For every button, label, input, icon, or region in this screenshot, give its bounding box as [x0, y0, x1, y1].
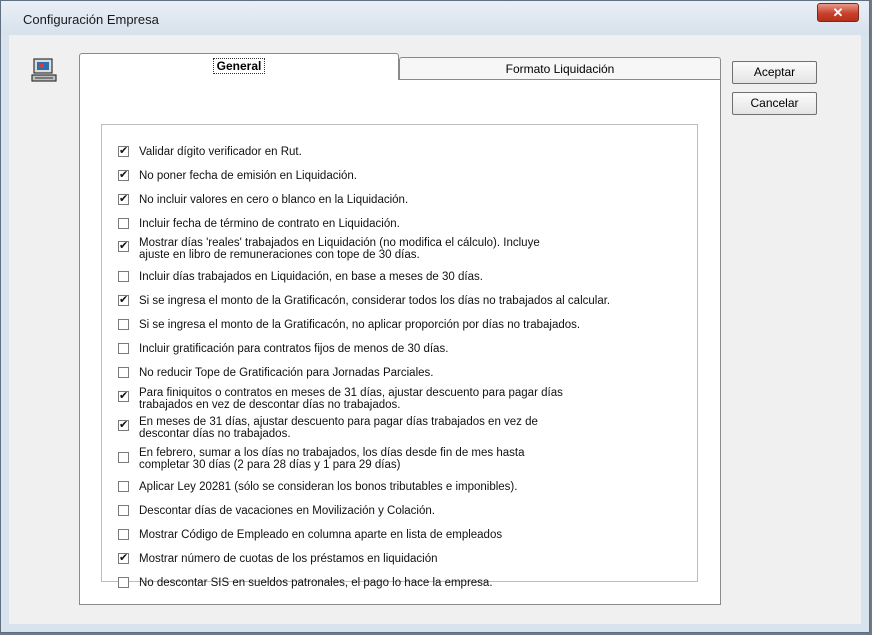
- checkbox[interactable]: ✔: [118, 241, 129, 252]
- option-label: Mostrar Código de Empleado en columna ap…: [139, 529, 503, 541]
- checkbox[interactable]: [118, 577, 129, 588]
- option-label: No poner fecha de emisión en Liquidación…: [139, 170, 358, 182]
- checkbox[interactable]: ✔: [118, 420, 129, 431]
- option-label: En meses de 31 días, ajustar descuento p…: [139, 416, 538, 428]
- checkbox[interactable]: [118, 271, 129, 282]
- option-label-line2: completar 30 días (2 para 28 días y 1 pa…: [139, 459, 401, 471]
- tab-formato-label: Formato Liquidación: [505, 62, 615, 76]
- checkbox[interactable]: ✔: [118, 295, 129, 306]
- option-label: Si se ingresa el monto de la Gratificacó…: [139, 319, 581, 331]
- checkbox[interactable]: [118, 452, 129, 463]
- option-label-line2: trabajados en vez de descontar días no t…: [139, 399, 401, 411]
- checkbox[interactable]: [118, 343, 129, 354]
- checkbox[interactable]: ✔: [118, 391, 129, 402]
- checkbox[interactable]: [118, 218, 129, 229]
- checkbox[interactable]: [118, 367, 129, 378]
- checkbox[interactable]: [118, 529, 129, 540]
- option-label: No reducir Tope de Gratificación para Jo…: [139, 367, 434, 379]
- option-label: No incluir valores en cero o blanco en l…: [139, 194, 409, 206]
- checkbox[interactable]: [118, 481, 129, 492]
- config-dialog: Configuración Empresa ✕ General Formato …: [0, 0, 870, 633]
- computer-icon: [31, 58, 57, 82]
- option-label: En febrero, sumar a los días no trabajad…: [139, 447, 525, 459]
- option-label: Incluir gratificación para contratos fij…: [139, 343, 449, 355]
- checkbox[interactable]: ✔: [118, 170, 129, 181]
- option-label: Validar dígito verificador en Rut.: [139, 146, 302, 158]
- option-label-line2: descontar días no trabajados.: [139, 428, 291, 440]
- close-button[interactable]: ✕: [817, 3, 859, 22]
- option-label: Mostrar días 'reales' trabajados en Liqu…: [139, 237, 540, 249]
- checkbox[interactable]: [118, 319, 129, 330]
- cancel-button[interactable]: Cancelar: [732, 92, 817, 115]
- tab-general[interactable]: General: [79, 53, 399, 80]
- accept-button[interactable]: Aceptar: [732, 61, 817, 84]
- option-label: Para finiquitos o contratos en meses de …: [139, 387, 563, 399]
- option-label-line2: ajuste en libro de remuneraciones con to…: [139, 249, 420, 261]
- window-title: Configuración Empresa: [23, 12, 159, 27]
- checkbox[interactable]: ✔: [118, 194, 129, 205]
- options-group: ✔ Validar dígito verificador en Rut. ✔ N…: [101, 124, 698, 589]
- checkbox[interactable]: [118, 505, 129, 516]
- tab-formato-liquidacion[interactable]: Formato Liquidación: [399, 57, 721, 79]
- option-label: Incluir días trabajados en Liquidación, …: [139, 271, 483, 283]
- option-label: Incluir fecha de término de contrato en …: [139, 218, 400, 230]
- dialog-client-area: General Formato Liquidación ✔ Validar dí…: [9, 35, 861, 624]
- option-label: Mostrar número de cuotas de los préstamo…: [139, 553, 438, 565]
- title-bar[interactable]: Configuración Empresa ✕: [1, 1, 869, 35]
- option-label: Aplicar Ley 20281 (sólo se consideran lo…: [139, 481, 518, 493]
- general-tab-panel: ✔ Validar dígito verificador en Rut. ✔ N…: [79, 79, 721, 605]
- checkbox[interactable]: ✔: [118, 553, 129, 564]
- option-label: No descontar SIS en sueldos patronales, …: [139, 577, 493, 589]
- tab-general-label: General: [212, 58, 266, 74]
- checkbox[interactable]: ✔: [118, 146, 129, 157]
- option-label: Descontar días de vacaciones en Moviliza…: [139, 505, 435, 517]
- option-label: Si se ingresa el monto de la Gratificacó…: [139, 295, 611, 307]
